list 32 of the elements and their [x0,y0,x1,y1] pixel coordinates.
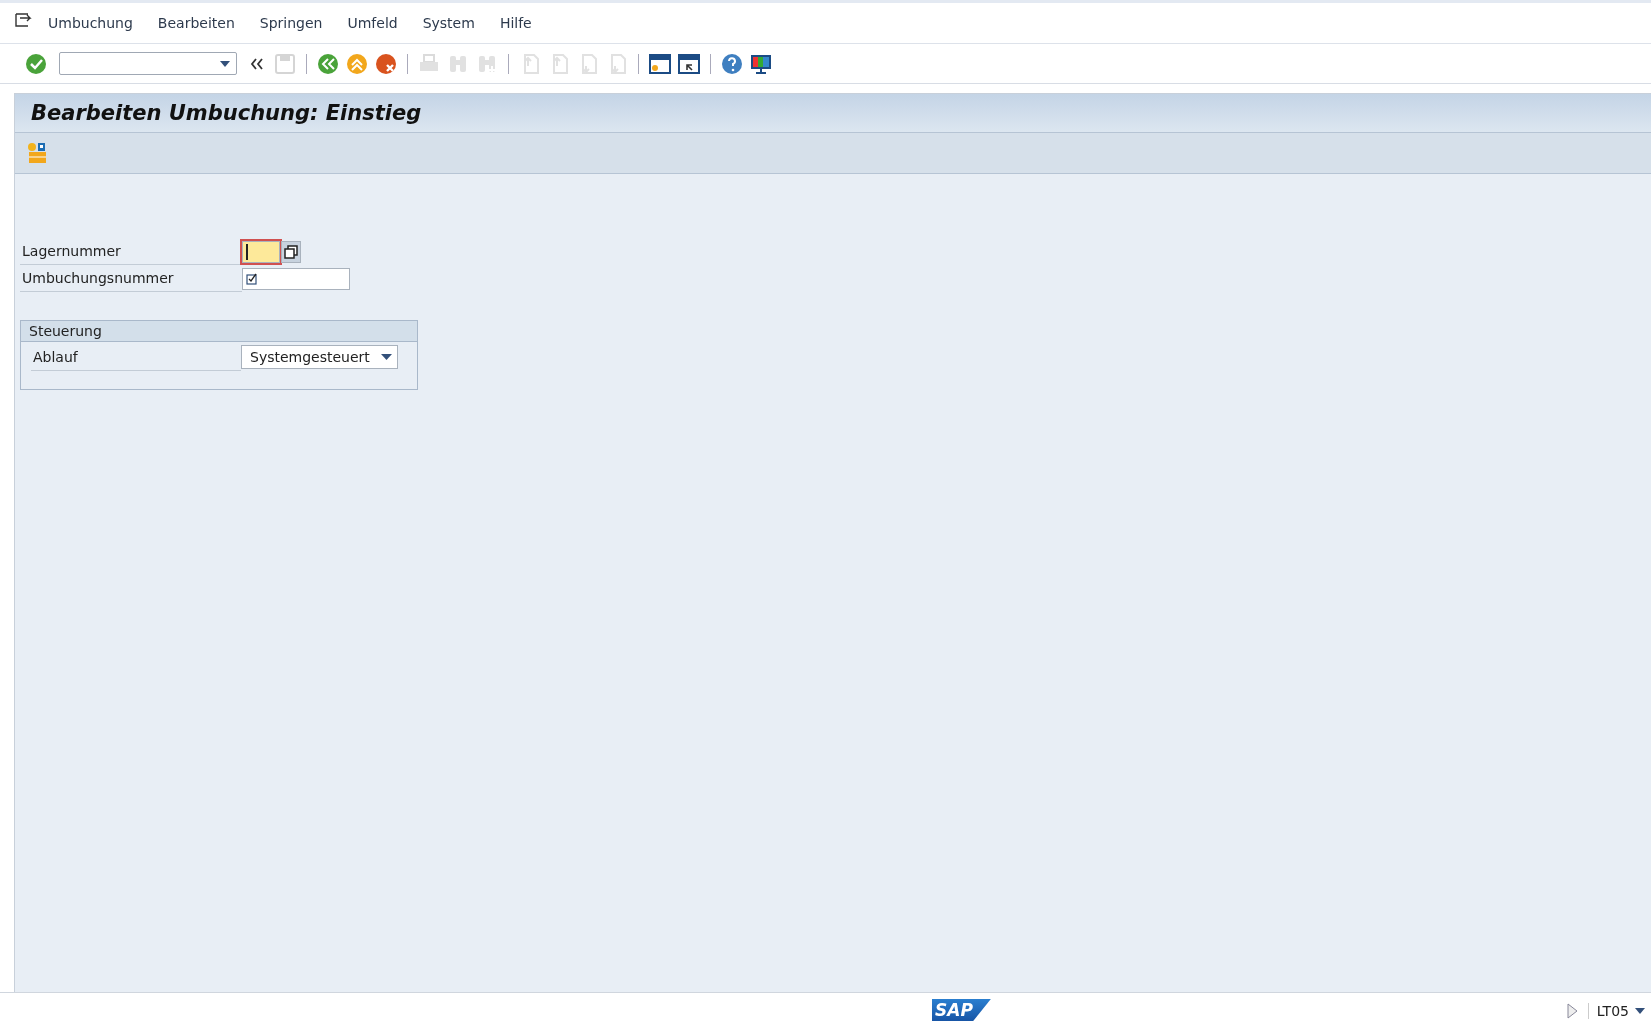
window-icon[interactable] [677,51,701,76]
person-box-icon[interactable] [27,142,47,164]
collapse-icon[interactable] [250,57,264,70]
input-field[interactable] [242,240,280,263]
window-icon[interactable] [648,51,672,76]
back-icon[interactable] [316,51,340,76]
menu-item[interactable]: System [422,15,475,31]
menu-item[interactable]: Hilfe [499,15,532,31]
help-icon[interactable] [720,51,744,76]
caret-icon[interactable] [1635,1008,1645,1014]
triangle-icon[interactable] [1565,1003,1578,1019]
group-title: Steuerung [21,321,417,342]
menu-item[interactable]: Umfeld [347,15,398,31]
caret-icon[interactable] [220,60,230,67]
cancel-icon[interactable] [374,51,398,76]
field-label: Umbuchungsnummer [20,265,242,292]
screen-title: Bearbeiten Umbuchung: Einstieg [31,101,422,125]
checkmark-icon[interactable] [24,51,48,76]
command-field[interactable] [59,52,237,75]
required-icon [246,272,258,285]
field-label: Ablauf [31,343,241,371]
menu-item[interactable]: Umbuchung [48,15,133,31]
caret-icon[interactable] [381,354,392,360]
dropdown[interactable]: Systemgesteuert [241,345,398,369]
menu-item[interactable]: Springen [259,15,323,31]
exit-icon[interactable] [345,51,369,76]
logo: SAP [932,999,991,1021]
transaction-dropdown[interactable]: LT05 [1587,1003,1645,1019]
menu-item[interactable]: Bearbeiten [157,15,235,31]
input-field[interactable] [242,267,350,290]
value-help-button[interactable] [281,240,301,263]
menu-icon[interactable] [14,12,34,28]
